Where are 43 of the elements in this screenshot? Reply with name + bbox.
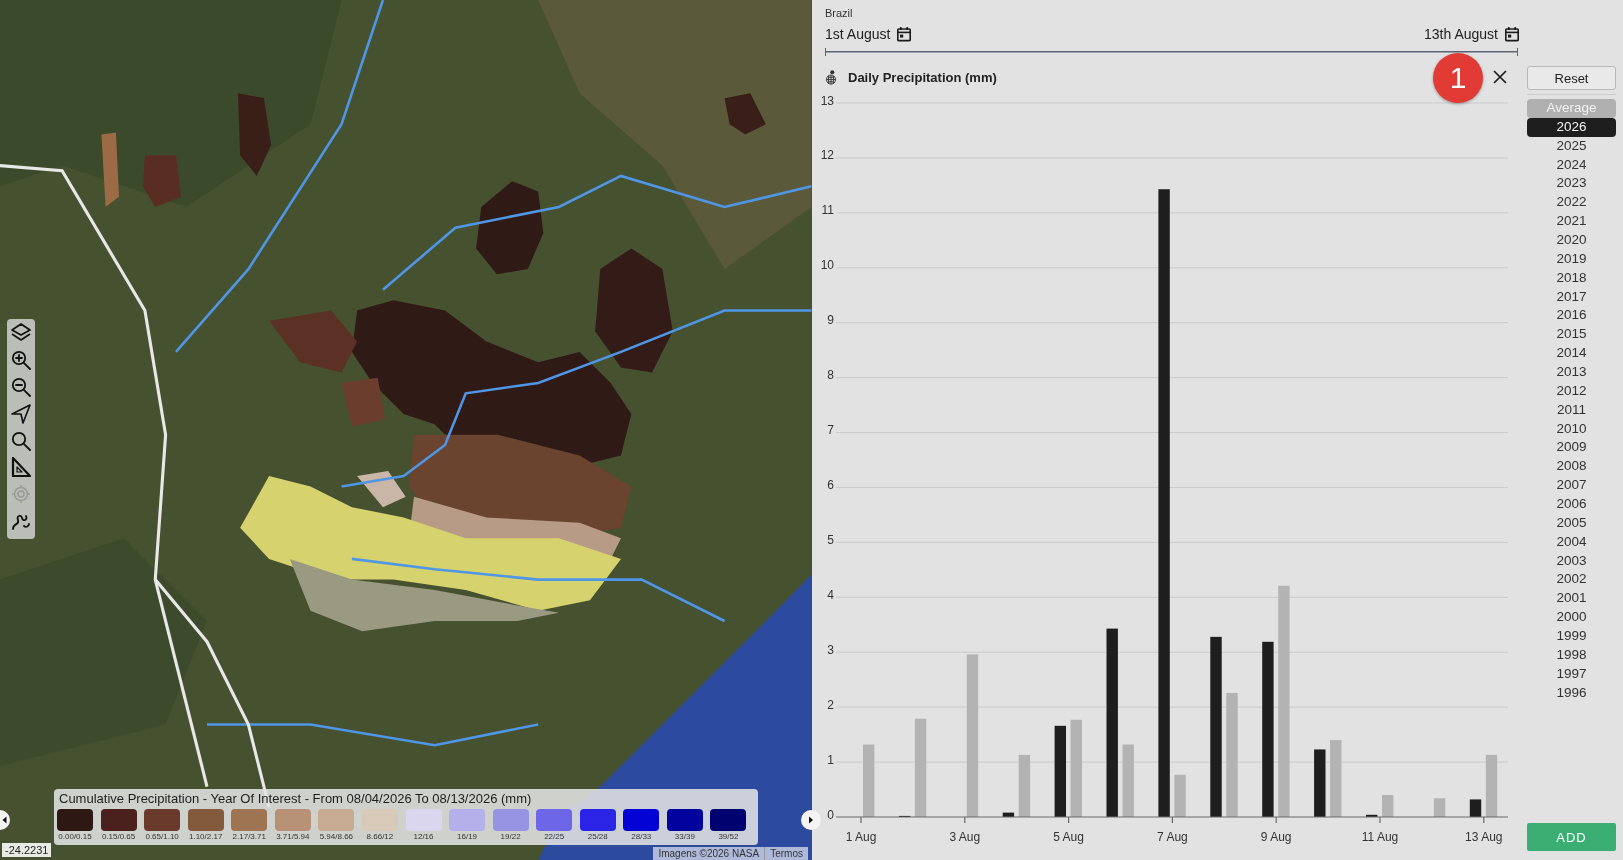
y-tick-label: 9: [827, 313, 834, 328]
legend-label: 33/39: [673, 831, 696, 842]
legend-label: 5.94/8.66: [318, 831, 355, 842]
x-tick-label: 5 Aug: [1053, 829, 1084, 844]
y-tick-label: 8: [827, 368, 834, 383]
y-tick-label: 10: [820, 258, 834, 273]
x-tick-label: 9 Aug: [1260, 829, 1292, 844]
y-tick-label: 7: [827, 423, 834, 438]
x-tick-label: 3 Aug: [949, 829, 981, 844]
legend-label: 25/28: [586, 831, 609, 842]
legend-label: 0.65/1.10: [144, 831, 180, 842]
y-tick-label: 6: [827, 477, 834, 492]
imagery-credit: Imagens ©2026 NASA: [653, 847, 765, 860]
legend-label: 19/22: [499, 831, 522, 842]
chart-title: Daily Precipitation (mm): [848, 69, 997, 85]
legend-label: 28/33: [630, 831, 653, 842]
legend-label: 1.10/2.17: [188, 831, 224, 842]
y-tick-label: 2: [827, 697, 834, 712]
legend-title: Cumulative Precipitation - Year Of Interest - From 08/04/2026 To 08/13/2026 (mm): [58, 790, 533, 807]
x-tick-label: 1 Aug: [845, 829, 877, 844]
coordinates-readout: -24.2231: [2, 843, 52, 857]
region-label: Brazil: [824, 6, 854, 20]
legend-label: 0.00/0.15: [57, 831, 93, 842]
y-tick-label: 3: [827, 642, 834, 657]
legend-label: 22/25: [543, 831, 566, 842]
y-tick-label: 0: [827, 807, 834, 822]
y-tick-label: 1: [827, 752, 834, 767]
y-tick-label: 5: [827, 532, 834, 547]
x-tick-label: 7 Aug: [1157, 829, 1188, 844]
y-tick-label: 13: [820, 93, 834, 108]
step-badge: 1: [1433, 53, 1483, 103]
legend-label: 16/19: [456, 831, 479, 842]
legend-label: 0.15/0.65: [100, 831, 137, 842]
y-tick-label: 12: [820, 148, 834, 163]
legend-label: 12/16: [412, 831, 435, 842]
legend-label: 3.71/5.94: [275, 831, 311, 842]
legend-label: 8.66/12: [365, 831, 395, 842]
x-tick-label: 11 Aug: [1361, 829, 1399, 844]
legend-label: 2.17/3.71: [231, 831, 267, 842]
x-tick-label: 13 Aug: [1465, 829, 1503, 844]
y-tick-label: 11: [821, 203, 834, 218]
y-tick-label: 4: [827, 587, 834, 602]
legend-label: 39/52: [717, 831, 740, 842]
